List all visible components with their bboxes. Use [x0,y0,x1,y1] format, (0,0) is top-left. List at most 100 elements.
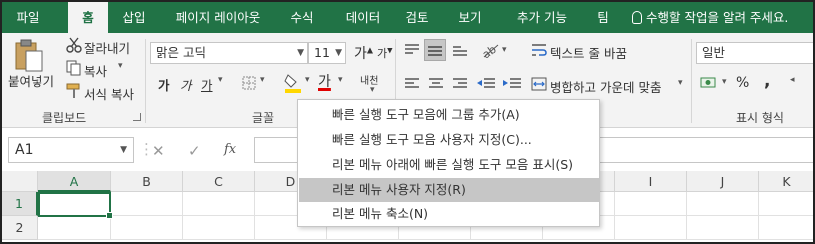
cell[interactable] [615,216,687,240]
tell-me-text: 수행할 작업을 알려 주세요. [646,10,789,25]
align-bottom-icon[interactable] [452,43,468,60]
chevron-down-icon: ▼ [335,48,342,58]
font-color-dropdown-icon[interactable]: ▾ [338,75,343,85]
accounting-format-icon[interactable] [700,75,718,94]
merge-center-button[interactable]: 병합하고 가운데 맞춤 [550,77,661,96]
decrease-font-size-button[interactable]: 가▼ [377,45,393,61]
column-header[interactable]: C [183,171,255,192]
cell[interactable] [111,216,183,240]
column-header[interactable]: I [615,171,687,192]
cell[interactable] [111,192,183,216]
font-name-combo[interactable]: 맑은 고딕 ▼ [150,42,308,64]
ribbon-context-menu: 빠른 실행 도구 모음에 그룹 추가(A) 빠른 실행 도구 모음 사용자 지정… [297,99,600,227]
italic-button[interactable]: 가 [180,75,192,94]
accounting-dropdown-icon[interactable]: ▾ [722,77,727,87]
chevron-down-icon: ▼ [297,48,304,58]
group-divider [691,39,692,123]
name-box-value: A1 [15,142,34,158]
percent-style-button[interactable]: % [736,75,749,91]
cell[interactable] [759,216,813,240]
tab-data[interactable]: 데이터 [334,2,392,33]
tab-home[interactable]: 홈 [68,2,108,33]
copy-dropdown-arrow-icon[interactable]: ▾ [118,61,123,71]
menu-item-collapse-ribbon[interactable]: 리본 메뉴 축소(N) [299,202,599,226]
cell[interactable] [38,216,111,240]
underline-button[interactable]: 가 [201,75,213,94]
wrap-text-icon [531,43,547,60]
clipboard-dialog-launcher[interactable] [133,113,141,121]
increase-font-size-button[interactable]: 가▲ [354,43,373,63]
column-header[interactable]: B [111,171,183,192]
excel-window: 파일 홈 삽입 페이지 레이아웃 수식 데이터 검토 보기 추가 기능 팀 수행… [0,0,815,244]
row-header[interactable]: 1 [2,192,38,216]
decrease-indent-icon[interactable] [476,77,496,94]
tab-insert[interactable]: 삽입 [112,2,156,33]
align-top-icon[interactable] [404,43,420,60]
font-color-button[interactable]: 가 [318,71,331,91]
cut-button[interactable]: 잘라내기 [84,38,130,57]
enter-icon[interactable]: ✓ [188,142,201,160]
paste-label[interactable]: 붙여넣기 [8,71,54,90]
cell[interactable] [615,192,687,216]
cell[interactable] [759,192,813,216]
group-divider [145,39,146,123]
comma-style-button[interactable]: , [764,71,770,91]
tab-review[interactable]: 검토 [394,2,440,33]
name-box[interactable]: A1 ▼ [8,137,134,163]
format-painter-button[interactable]: 서식 복사 [84,84,134,103]
underline-dropdown-icon[interactable]: ▾ [218,75,223,85]
cell[interactable] [687,192,759,216]
orientation-dropdown-icon[interactable]: ▾ [502,45,507,55]
menu-item-add-group-to-qat[interactable]: 빠른 실행 도구 모음에 그룹 추가(A) [299,103,599,127]
chevron-down-icon: ▼ [120,145,127,155]
column-header[interactable]: K [759,171,813,192]
menu-item-customize-ribbon[interactable]: 리본 메뉴 사용자 지정(R) [299,178,599,202]
phonetic-dropdown-icon[interactable]: ▾ [370,85,375,95]
tab-view[interactable]: 보기 [446,2,494,33]
font-group-label: 글꼴 [252,111,275,125]
number-format-value: 일반 [702,45,726,60]
active-cell-a1[interactable] [38,192,113,219]
cancel-icon[interactable]: ✕ [152,142,165,160]
align-center-icon[interactable] [428,77,444,94]
decimal-button[interactable]: ◂ [790,75,795,85]
number-format-combo[interactable]: 일반 [696,42,813,64]
row-header[interactable]: 2 [2,216,38,240]
clipboard-group-label: 클립보드 [42,111,87,125]
tab-page-layout[interactable]: 페이지 레이아웃 [162,2,274,33]
menu-item-customize-qat[interactable]: 빠른 실행 도구 모음 사용자 지정(C)... [299,128,599,152]
increase-indent-icon[interactable] [502,77,522,94]
align-left-icon[interactable] [404,77,420,94]
fill-color-icon[interactable] [284,73,302,96]
tab-file[interactable]: 파일 [6,2,50,33]
column-header[interactable]: J [687,171,759,192]
border-dropdown-icon[interactable]: ▾ [260,75,265,85]
orientation-icon[interactable]: ab [480,41,502,62]
fill-dropdown-icon[interactable]: ▾ [305,75,310,85]
cell[interactable] [183,192,255,216]
svg-text:ab: ab [480,43,499,59]
merge-dropdown-icon[interactable]: ▾ [678,78,683,88]
font-size-combo[interactable]: 11 ▼ [308,42,346,64]
tab-add-ins[interactable]: 추가 기능 [504,2,580,33]
copy-icon [66,60,82,79]
bold-button[interactable]: 가 [158,75,170,94]
tab-team[interactable]: 팀 [586,2,620,33]
align-right-icon[interactable] [452,77,468,94]
font-name-value: 맑은 고딕 [156,45,206,60]
tell-me-search[interactable]: 수행할 작업을 알려 주세요. [632,2,788,33]
cell[interactable] [183,216,255,240]
font-size-value: 11 [314,45,330,60]
cell[interactable] [687,216,759,240]
wrap-text-button[interactable]: 텍스트 줄 바꿈 [550,43,627,62]
column-header[interactable]: A [38,171,111,192]
tab-formulas[interactable]: 수식 [278,2,326,33]
insert-function-icon[interactable]: fx [224,142,236,157]
scissors-icon [66,37,82,56]
copy-button[interactable]: 복사 [84,61,107,80]
select-all-corner[interactable] [2,171,38,192]
align-middle-icon[interactable] [424,39,446,61]
clipboard-paste-icon [15,39,43,72]
border-icon[interactable] [242,76,256,93]
menu-item-show-qat-below-ribbon[interactable]: 리본 메뉴 아래에 빠른 실행 도구 모음 표시(S) [299,153,599,177]
